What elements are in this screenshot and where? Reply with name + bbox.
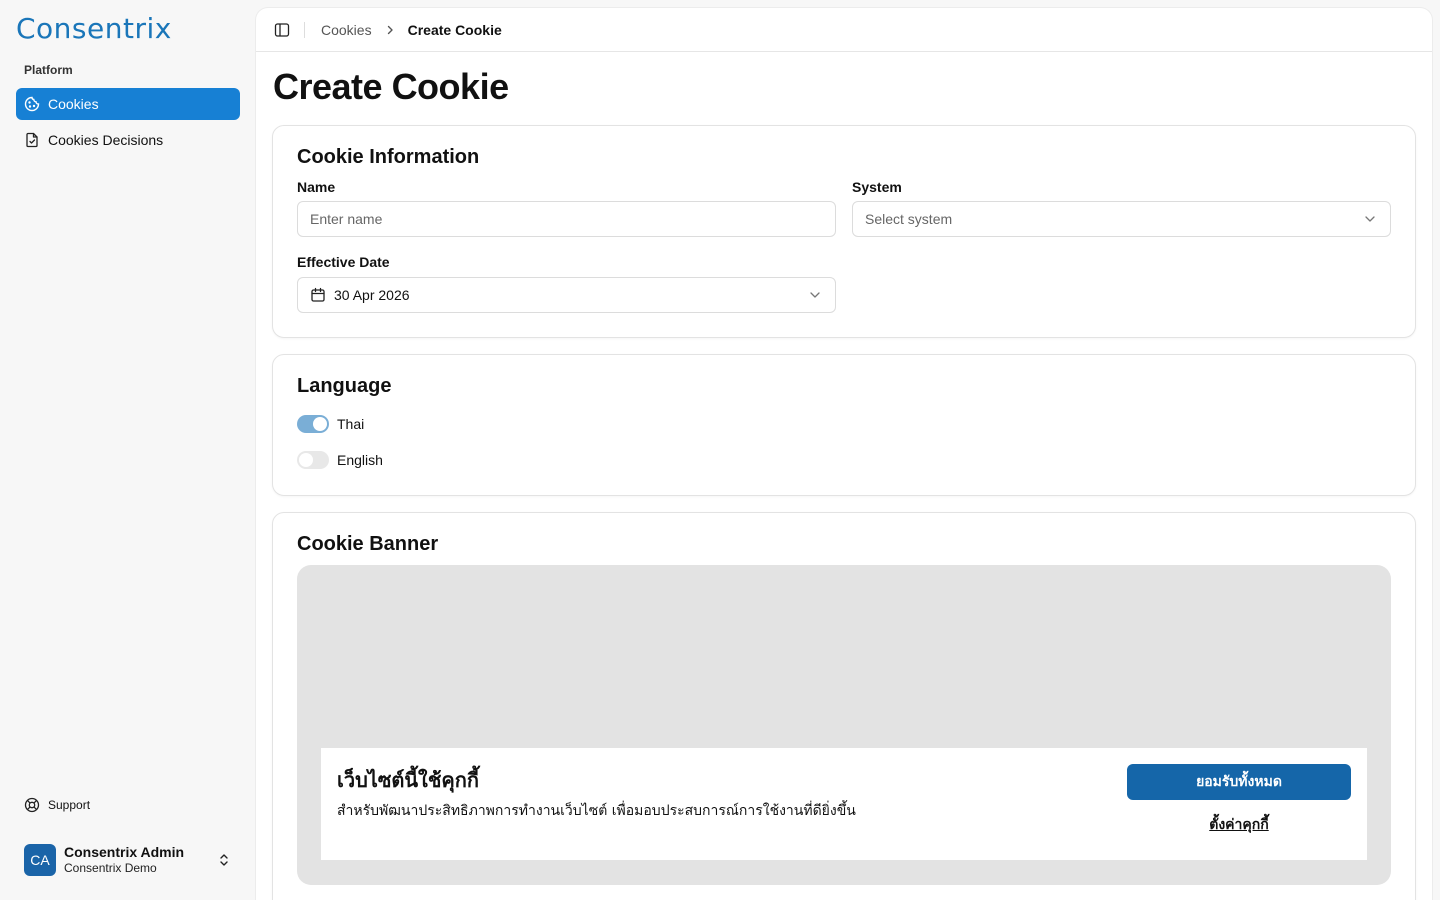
file-check-icon [24,132,40,148]
system-select[interactable]: Select system [852,201,1391,237]
support-link[interactable]: Support [16,789,240,821]
card-title: Cookie Information [297,146,480,168]
name-input[interactable]: Enter name [297,201,836,237]
sidebar-group-label: Platform [24,63,73,77]
calendar-icon [310,287,326,303]
language-option-thai: Thai [297,415,364,433]
sidebar-item-label: Cookies Decisions [48,132,164,148]
cookie-icon [24,96,40,112]
chevrons-up-down-icon [216,852,232,868]
sidebar: Consentrix Platform Cookies Cookies Deci… [0,0,256,900]
name-placeholder: Enter name [310,211,383,227]
effective-date-picker[interactable]: 30 Apr 2026 [297,277,836,313]
effective-date-value: 30 Apr 2026 [334,287,410,303]
sidebar-item-label: Cookies [48,96,99,112]
cookie-settings-link[interactable]: ตั้งค่าคุกกี้ [1127,814,1351,836]
thai-toggle[interactable] [297,415,329,433]
banner-preview: เว็บไซต์นี้ใช้คุกกี้ สำหรับพัฒนาประสิทธิ… [297,565,1391,885]
effective-date-label: Effective Date [297,254,390,270]
language-option-english: English [297,451,383,469]
logo-text: Consentrix [16,11,172,45]
cookie-banner: เว็บไซต์นี้ใช้คุกกี้ สำหรับพัฒนาประสิทธิ… [321,748,1367,860]
main-content: Cookies Create Cookie Create Cookie Cook… [256,8,1432,900]
divider [304,21,305,38]
system-label: System [852,179,902,195]
user-name: Consentrix Admin [64,844,185,860]
card-title: Language [297,375,392,397]
logo[interactable]: Consentrix [16,11,172,45]
card-title: Cookie Banner [297,533,439,555]
lifebuoy-icon [24,797,40,813]
support-label: Support [48,798,91,812]
chevron-right-icon [384,24,396,36]
topbar: Cookies Create Cookie [256,8,1432,52]
user-menu[interactable]: CA Consentrix Admin Consentrix Demo [16,836,240,884]
avatar: CA [24,844,56,876]
english-toggle[interactable] [297,451,329,469]
toggle-knob [299,453,313,467]
system-placeholder: Select system [865,211,953,227]
banner-heading: เว็บไซต์นี้ใช้คุกกี้ [337,768,479,792]
accept-all-button[interactable]: ยอมรับทั้งหมด [1127,764,1351,800]
name-label: Name [297,179,336,195]
sidebar-toggle-icon[interactable] [274,22,290,38]
chevron-down-icon [807,287,823,303]
chevron-down-icon [1362,211,1378,227]
user-org: Consentrix Demo [64,861,157,875]
language-card: Language Thai English [272,354,1416,496]
cookie-banner-card: Cookie Banner เว็บไซต์นี้ใช้คุกกี้ สำหรั… [272,512,1416,900]
banner-description: สำหรับพัฒนาประสิทธิภาพการทำงานเว็บไซต์ เ… [337,803,856,819]
page-title: Create Cookie [273,66,509,107]
sidebar-item-cookies-decisions[interactable]: Cookies Decisions [16,124,240,156]
cookie-information-card: Cookie Information Name Enter name Syste… [272,125,1416,338]
breadcrumb-current: Create Cookie [407,21,502,38]
breadcrumb-cookies[interactable]: Cookies [321,22,372,38]
thai-label: Thai [337,416,365,432]
sidebar-item-cookies[interactable]: Cookies [16,88,240,120]
english-label: English [337,452,383,468]
toggle-knob [313,417,327,431]
